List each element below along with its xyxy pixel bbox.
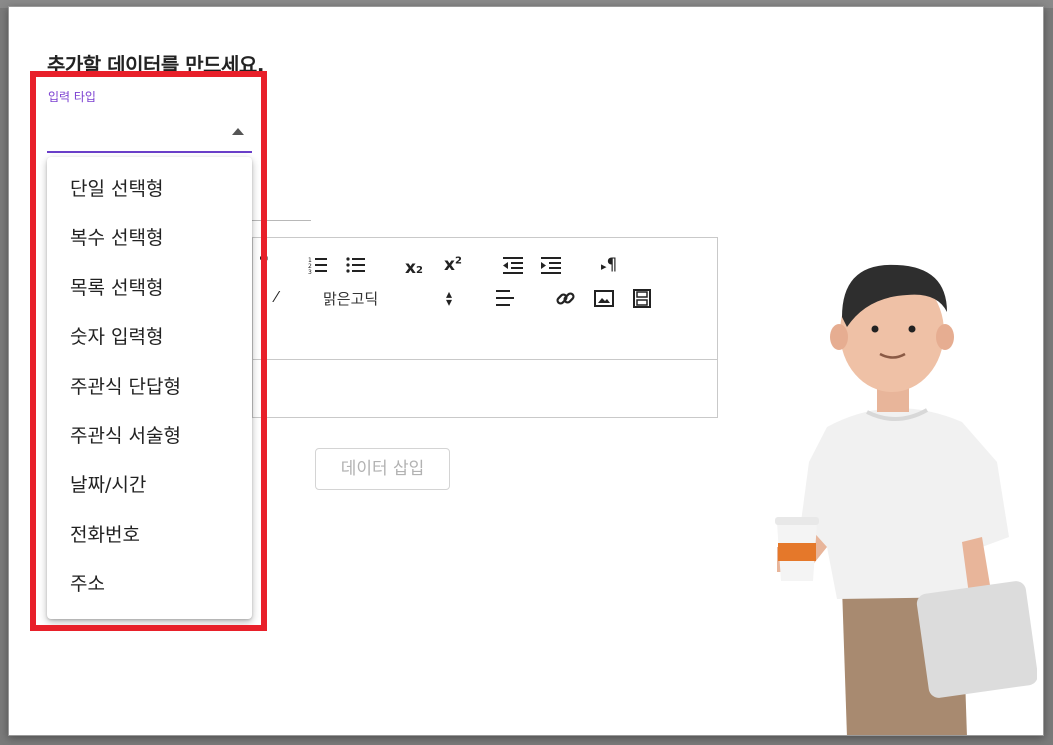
- image-icon[interactable]: [594, 290, 614, 307]
- option-short-answer[interactable]: 주관식 단답형: [47, 363, 252, 412]
- person-illustration: [775, 264, 1037, 735]
- align-icon[interactable]: [496, 290, 514, 306]
- option-list-choice[interactable]: 목록 선택형: [47, 264, 252, 313]
- input-type-select[interactable]: [47, 115, 252, 153]
- input-type-label: 입력 타입: [48, 90, 96, 104]
- input-type-dropdown: 단일 선택형 복수 선택형 목록 선택형 숫자 입력형 주관식 단답형 주관식 …: [47, 157, 252, 619]
- rich-text-editor: ❞ 123 x2 x2 ▸¶ ⁄ 맑은고딕 ▴ ▾: [252, 237, 718, 418]
- superscript-icon[interactable]: x2: [444, 255, 462, 275]
- quote-icon[interactable]: ❞: [259, 254, 269, 274]
- svg-text:3: 3: [308, 269, 312, 274]
- editor-content-area[interactable]: [253, 360, 717, 418]
- unordered-list-icon[interactable]: [346, 256, 366, 274]
- triangle-up-icon: [232, 128, 244, 135]
- paragraph-direction-icon[interactable]: ▸¶: [601, 255, 617, 275]
- video-icon[interactable]: [633, 289, 651, 308]
- indent-icon[interactable]: [541, 257, 561, 274]
- clear-format-icon[interactable]: ⁄: [275, 288, 278, 306]
- insert-data-button[interactable]: 데이터 삽입: [315, 448, 450, 490]
- option-phone-number[interactable]: 전화번호: [47, 511, 252, 560]
- option-single-choice[interactable]: 단일 선택형: [47, 165, 252, 214]
- option-address[interactable]: 주소: [47, 560, 252, 609]
- option-long-answer[interactable]: 주관식 서술형: [47, 412, 252, 461]
- dialog-title: 추가할 데이터를 만드세요.: [47, 53, 264, 77]
- font-select[interactable]: 맑은고딕: [323, 288, 378, 309]
- hidden-field-underline: [252, 220, 311, 221]
- outdent-icon[interactable]: [503, 257, 523, 274]
- font-select-arrows-icon[interactable]: ▴ ▾: [446, 288, 452, 308]
- ordered-list-icon[interactable]: 123: [308, 256, 328, 274]
- option-multiple-choice[interactable]: 복수 선택형: [47, 214, 252, 263]
- option-date-time[interactable]: 날짜/시간: [47, 461, 252, 510]
- add-data-dialog: 추가할 데이터를 만드세요. ❞ 123 x2 x2 ▸¶ ⁄ 맑은고딕 ▴▾: [8, 6, 1044, 736]
- link-icon[interactable]: [556, 289, 575, 308]
- subscript-icon[interactable]: x2: [405, 258, 423, 278]
- option-number-input[interactable]: 숫자 입력형: [47, 313, 252, 362]
